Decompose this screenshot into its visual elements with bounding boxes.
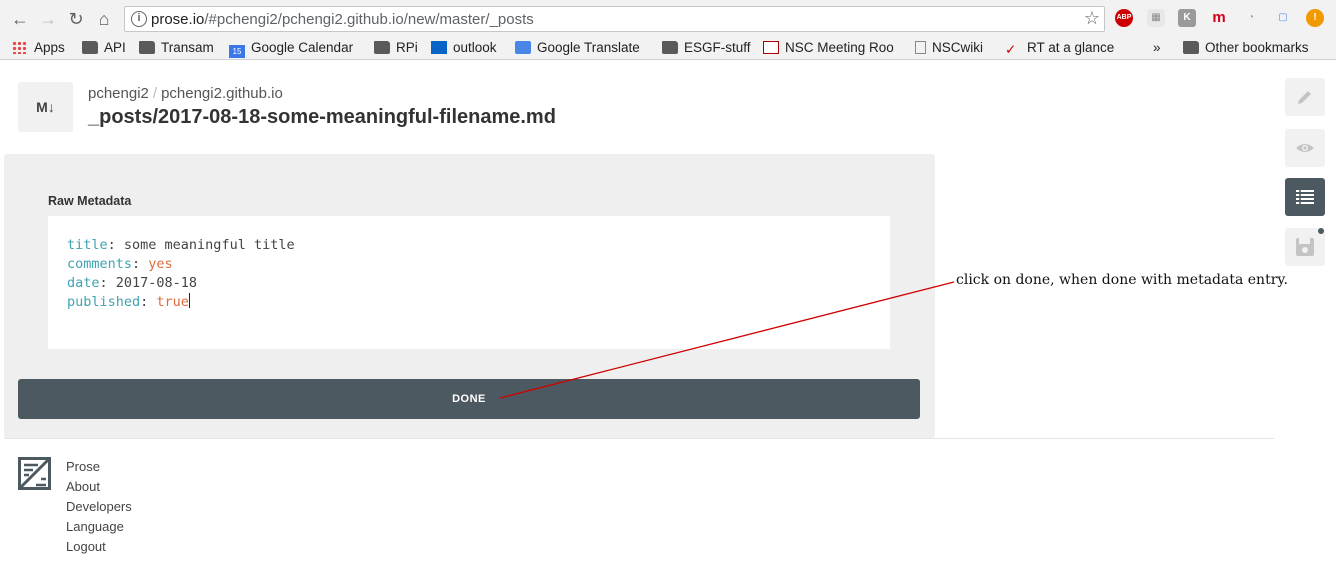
folder-icon	[374, 41, 390, 54]
file-path-title[interactable]: _posts/2017-08-18-some-meaningful-filena…	[88, 106, 556, 129]
reload-icon[interactable]: ↻	[64, 7, 88, 31]
annotation-text: click on done, when done with metadata e…	[956, 272, 1288, 288]
extension-icon[interactable]: ▢	[1274, 9, 1292, 27]
browser-toolbar: ← → ↻ ⌂ i prose.io/#pchengi2/pchengi2.gi…	[0, 0, 1336, 36]
bookmark-folder[interactable]: API	[82, 38, 126, 58]
bookmark-folder[interactable]: ESGF-stuff	[662, 38, 751, 58]
bookmarks-overflow[interactable]: »	[1153, 38, 1161, 58]
bookmark-folder[interactable]: RPi	[374, 38, 418, 58]
page-icon	[915, 41, 926, 54]
bookmark-apps[interactable]: Apps	[12, 38, 65, 58]
alert-icon[interactable]: !	[1306, 9, 1324, 27]
breadcrumb-repo[interactable]: pchengi2.github.io	[161, 85, 283, 102]
back-icon[interactable]: ←	[8, 7, 32, 31]
code-line: title: some meaningful title	[67, 237, 295, 253]
bookmarks-bar: Apps API Transam 15 Google Calendar RPi o…	[0, 36, 1336, 60]
extension-icon[interactable]: ▦	[1147, 9, 1165, 27]
apps-icon	[12, 41, 28, 54]
breadcrumb-separator: /	[152, 85, 158, 102]
bookmark-star-icon[interactable]: ☆	[1084, 8, 1100, 29]
unsaved-indicator	[1318, 228, 1324, 234]
prose-logo-icon[interactable]	[18, 457, 51, 490]
floppy-disk-icon	[1296, 238, 1314, 256]
list-icon	[1296, 190, 1314, 204]
translate-icon	[515, 41, 531, 54]
bookmark-link[interactable]: 15 Google Calendar	[229, 38, 353, 58]
bookmark-other[interactable]: Other bookmarks	[1183, 38, 1309, 58]
yaml-key: comments	[67, 256, 133, 272]
url-text[interactable]: prose.io/#pchengi2/pchengi2.github.io/ne…	[151, 11, 534, 28]
eye-icon	[1296, 144, 1314, 152]
nsc-icon	[763, 41, 779, 54]
bookmark-link[interactable]: Google Translate	[515, 38, 640, 58]
breadcrumb-owner[interactable]: pchengi2	[88, 85, 149, 102]
yaml-value: 2017-08-18	[115, 275, 198, 291]
folder-icon	[82, 41, 98, 54]
abp-icon[interactable]: ABP	[1115, 9, 1133, 27]
forward-icon[interactable]: →	[36, 7, 60, 31]
done-button[interactable]: DONE	[18, 379, 920, 419]
footer-divider	[4, 438, 1274, 439]
raw-metadata-label: Raw Metadata	[48, 194, 132, 208]
bookmark-link[interactable]: outlook	[431, 38, 497, 58]
edit-button[interactable]	[1285, 78, 1325, 116]
calendar-icon: 15	[229, 45, 245, 58]
yaml-value: some meaningful title	[123, 237, 295, 253]
yaml-key: published	[67, 294, 141, 310]
text-cursor	[188, 293, 191, 308]
breadcrumb: pchengi2/pchengi2.github.io	[88, 85, 283, 102]
code-line: published: true	[67, 293, 191, 310]
bookmark-link[interactable]: NSCwiki	[915, 38, 983, 58]
pencil-icon	[1298, 91, 1311, 104]
yaml-value: yes	[148, 256, 173, 272]
outlook-icon	[431, 41, 447, 54]
preview-button[interactable]	[1285, 129, 1325, 167]
mendeley-icon[interactable]: m	[1210, 9, 1228, 27]
folder-icon	[139, 41, 155, 54]
yaml-value: true	[156, 294, 189, 310]
folder-icon	[1183, 41, 1199, 54]
footer-link-language[interactable]: Language	[66, 517, 132, 537]
home-icon[interactable]: ⌂	[92, 7, 116, 31]
code-line: comments: yes	[67, 256, 173, 272]
yaml-key: title	[67, 237, 108, 253]
bookmark-link[interactable]: ✓ RT at a glance	[1005, 38, 1114, 58]
bookmark-folder[interactable]: Transam	[139, 38, 214, 58]
checkmark-icon: ✓	[1005, 42, 1017, 57]
footer-link-about[interactable]: About	[66, 477, 132, 497]
extension-icon[interactable]: K	[1178, 9, 1196, 27]
address-bar[interactable]: i prose.io/#pchengi2/pchengi2.github.io/…	[124, 6, 1105, 32]
footer-links: Prose About Developers Language Logout	[66, 457, 132, 557]
code-line: date: 2017-08-18	[67, 275, 198, 291]
footer-link-prose[interactable]: Prose	[66, 457, 132, 477]
metadata-button[interactable]	[1285, 178, 1325, 216]
yaml-key: date	[67, 275, 100, 291]
bookmark-link[interactable]: NSC Meeting Roo	[763, 38, 894, 58]
footer-link-developers[interactable]: Developers	[66, 497, 132, 517]
site-info-icon[interactable]: i	[131, 11, 147, 27]
footer-link-logout[interactable]: Logout	[66, 537, 132, 557]
folder-icon	[662, 41, 678, 54]
metadata-code[interactable]: title: some meaningful title comments: y…	[67, 236, 295, 312]
markdown-logo-icon[interactable]: M↓	[18, 82, 73, 132]
extension-icon[interactable]: ◔	[1242, 9, 1260, 27]
